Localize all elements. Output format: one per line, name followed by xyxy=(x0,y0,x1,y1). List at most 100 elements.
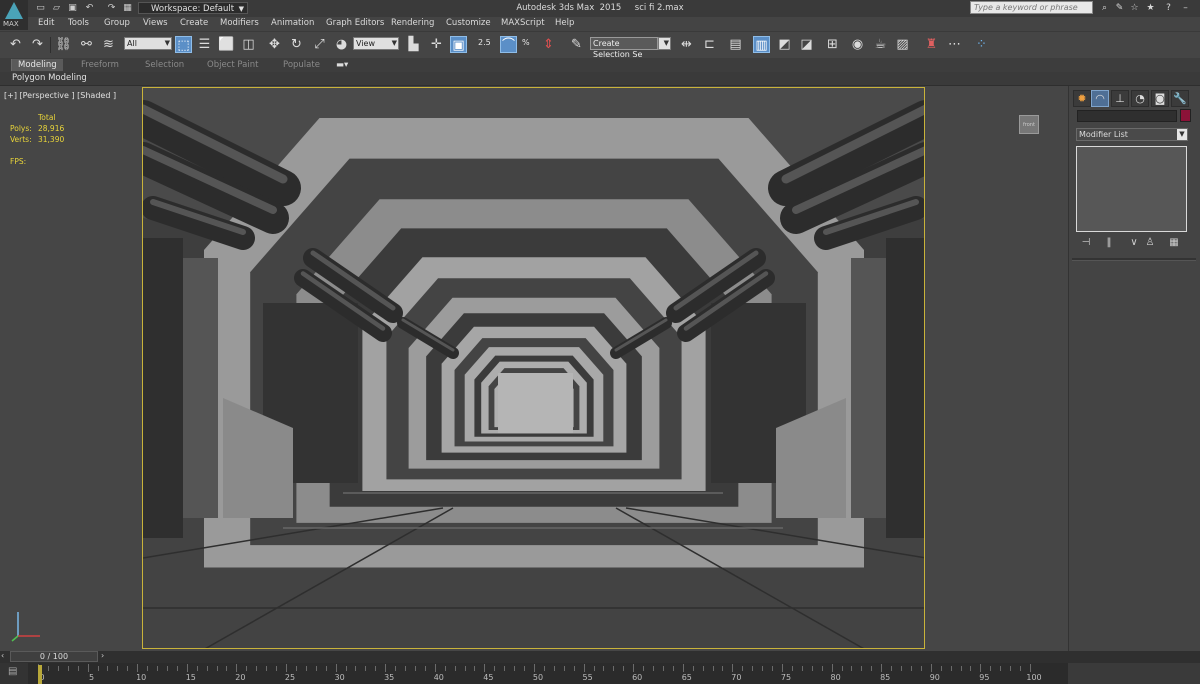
make-unique-icon[interactable]: ∨ xyxy=(1128,237,1140,249)
configure-modifier-sets-icon[interactable]: ▦ xyxy=(1168,237,1180,249)
help-icon[interactable]: ? xyxy=(1163,3,1174,13)
redo-button[interactable]: ↷ xyxy=(29,36,46,53)
search-input[interactable]: Type a keyword or phrase xyxy=(970,1,1093,14)
select-and-place-icon[interactable]: ◕ xyxy=(333,36,350,53)
hierarchy-icon[interactable]: ⊥ xyxy=(1111,90,1129,107)
menu-views[interactable]: Views xyxy=(143,18,168,28)
spinner-snap-icon[interactable]: ⇕ xyxy=(540,36,557,53)
menu-rendering[interactable]: Rendering xyxy=(391,18,434,28)
tab-object-paint[interactable]: Object Paint xyxy=(207,59,258,71)
select-object-icon[interactable]: ⬚ xyxy=(175,36,192,53)
create-icon[interactable]: ✹ xyxy=(1073,90,1091,107)
percent-snap-toggle[interactable]: % xyxy=(522,38,530,47)
select-and-rotate-icon[interactable]: ↻ xyxy=(288,36,305,53)
edit-named-selection-icon[interactable]: ✎ xyxy=(568,36,585,53)
new-file-icon[interactable]: ▭ xyxy=(35,3,46,13)
align-icon[interactable]: ⊏ xyxy=(701,36,718,53)
select-and-link-icon[interactable]: ⛓ xyxy=(55,36,72,53)
time-next-icon[interactable]: › xyxy=(101,651,104,660)
bind-to-space-warp-icon[interactable]: ≋ xyxy=(100,36,117,53)
viewcube[interactable]: front xyxy=(1019,115,1039,134)
timeline-tick xyxy=(77,666,79,671)
utilities-icon[interactable]: 🔧 xyxy=(1171,90,1189,107)
named-selection-sets-dropdown[interactable]: Create Selection Se xyxy=(590,37,658,59)
rendered-frame-window-icon[interactable]: ▨ xyxy=(894,36,911,53)
graphite-toolbar-icon[interactable]: ◩ xyxy=(776,36,793,53)
menu-tools[interactable]: Tools xyxy=(68,18,89,28)
save-icon[interactable]: ▣ xyxy=(67,3,78,13)
favorites-icon[interactable]: ★ xyxy=(1145,3,1156,13)
tab-freeform[interactable]: Freeform xyxy=(81,59,119,71)
render-setup-icon[interactable]: ☕ xyxy=(872,36,889,53)
unlink-selection-icon[interactable]: ⚯ xyxy=(78,36,95,53)
select-by-name-icon[interactable]: ☰ xyxy=(196,36,213,53)
rectangular-selection-icon[interactable]: ⬜ xyxy=(218,36,235,53)
object-name-field[interactable] xyxy=(1077,110,1177,122)
undo-button[interactable]: ↶ xyxy=(7,36,24,53)
minimize-icon[interactable]: – xyxy=(1180,3,1191,13)
perspective-viewport[interactable] xyxy=(142,87,925,649)
undo-icon[interactable]: ↶ xyxy=(84,3,95,13)
search-icon[interactable]: ⌕ xyxy=(1099,3,1110,13)
selection-filter-dropdown[interactable]: All ▼ xyxy=(124,37,172,50)
menu-maxscript[interactable]: MAXScript xyxy=(501,18,545,28)
tab-modeling[interactable]: Modeling xyxy=(11,59,63,71)
render-production-icon[interactable]: ♜ xyxy=(923,36,940,53)
project-folder-icon[interactable]: ▦ xyxy=(122,3,133,13)
snaps-toggle-icon[interactable]: ⌒ xyxy=(500,36,517,53)
menu-create[interactable]: Create xyxy=(180,18,208,28)
activeshade-icon[interactable]: ⁘ xyxy=(973,36,990,53)
display-icon[interactable]: ◙ xyxy=(1151,90,1169,107)
application-menu-button[interactable]: MAX xyxy=(0,0,28,30)
3dsmax-logo-icon xyxy=(5,2,23,19)
subscription-icon[interactable]: ✎ xyxy=(1114,3,1125,13)
angle-snap-toggle[interactable]: 2.5 xyxy=(478,38,491,47)
menu-help[interactable]: Help xyxy=(555,18,574,28)
render-iterative-icon[interactable]: ⋯ xyxy=(946,36,963,53)
modifier-stack[interactable] xyxy=(1076,146,1187,232)
modifier-list-dropdown[interactable]: Modifier List ▼ xyxy=(1076,128,1188,141)
material-editor-icon[interactable]: ◉ xyxy=(849,36,866,53)
pin-stack-icon[interactable]: ⊣ xyxy=(1080,237,1092,249)
scene-explorer-icon[interactable]: ▤ xyxy=(727,36,744,53)
ribbon-options-icon[interactable]: ▬▾ xyxy=(336,59,348,71)
select-and-manipulate-icon[interactable]: ✛ xyxy=(428,36,445,53)
track-bar[interactable] xyxy=(28,663,1068,684)
menu-modifiers[interactable]: Modifiers xyxy=(220,18,259,28)
open-file-icon[interactable]: ▱ xyxy=(51,3,62,13)
tab-populate[interactable]: Populate xyxy=(283,59,320,71)
named-selection-arrow[interactable]: ▼ xyxy=(658,37,671,50)
layer-explorer-icon[interactable]: ▥ xyxy=(753,36,770,53)
keyboard-shortcut-override-icon[interactable]: ▣ xyxy=(450,36,467,53)
tab-selection[interactable]: Selection xyxy=(145,59,184,71)
menu-animation[interactable]: Animation xyxy=(271,18,314,28)
menu-customize[interactable]: Customize xyxy=(446,18,491,28)
modify-icon[interactable]: ◠ xyxy=(1091,90,1109,107)
mirror-icon[interactable]: ⇹ xyxy=(678,36,695,53)
timeline-tick-label: 75 xyxy=(780,673,792,682)
window-crossing-icon[interactable]: ◫ xyxy=(240,36,257,53)
menu-graph-editors[interactable]: Graph Editors xyxy=(326,18,384,28)
time-prev-icon[interactable]: ‹ xyxy=(1,651,4,660)
show-end-result-icon[interactable]: ‖ xyxy=(1103,237,1115,249)
object-color-swatch[interactable] xyxy=(1180,109,1191,122)
reference-coordinate-dropdown[interactable]: View ▼ xyxy=(353,37,399,50)
time-cursor[interactable] xyxy=(38,665,42,684)
menu-edit[interactable]: Edit xyxy=(38,18,54,28)
select-and-move-icon[interactable]: ✥ xyxy=(266,36,283,53)
polygon-modeling-label[interactable]: Polygon Modeling xyxy=(12,73,87,83)
curve-editor-icon[interactable]: ◪ xyxy=(798,36,815,53)
menu-group[interactable]: Group xyxy=(104,18,130,28)
schematic-view-icon[interactable]: ⊞ xyxy=(824,36,841,53)
time-slider[interactable]: 0 / 100 xyxy=(10,651,98,662)
timeline-tick xyxy=(950,666,952,671)
select-and-scale-icon[interactable]: ⤢ xyxy=(311,36,328,53)
track-bar-config[interactable]: ▤ xyxy=(0,663,28,684)
redo-icon[interactable]: ↷ xyxy=(106,3,117,13)
motion-icon[interactable]: ◔ xyxy=(1131,90,1149,107)
communication-center-icon[interactable]: ☆ xyxy=(1129,3,1140,13)
workspace-dropdown[interactable]: Workspace: Default ▼ xyxy=(138,2,248,14)
viewport-label-menu[interactable]: [+] [Perspective ] [Shaded ] xyxy=(4,91,116,100)
remove-modifier-icon[interactable]: ♙ xyxy=(1144,237,1156,249)
pivot-center-icon[interactable]: ▙ xyxy=(405,36,422,53)
